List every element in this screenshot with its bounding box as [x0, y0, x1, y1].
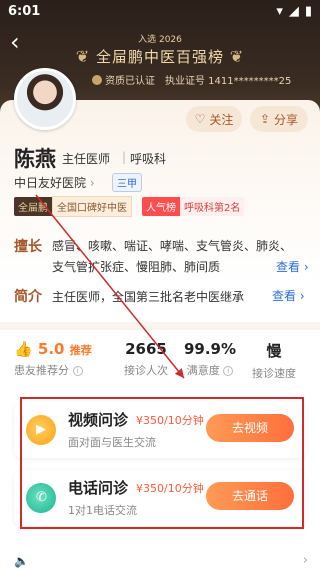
popular-tag-desc[interactable]: 呼吸科第2名 [180, 197, 245, 216]
rating-label: 患友推荐分 [14, 364, 69, 377]
chevron-right-icon: › [302, 553, 308, 568]
status-icons: ▾ ◢ ▮ [276, 4, 312, 19]
info-icon[interactable]: i [72, 366, 83, 376]
status-time: 6:01 [8, 4, 41, 19]
stats-row: 👍 5.0 推荐 患友推荐分 i 2665 接诊人次 99.9% 满意度 i 慢… [0, 340, 320, 390]
award-year: 入选 2026 [138, 35, 182, 45]
rating-stat: 👍 5.0 推荐 患友推荐分 i [14, 340, 98, 378]
highlight-box [20, 397, 304, 529]
speaker-icon: 🔈 [14, 554, 29, 568]
share-button[interactable]: ⇪ 分享 [250, 106, 308, 132]
speed-stat: 慢 接诊速度 [234, 340, 314, 381]
chevron-right-icon: › [296, 289, 305, 303]
thumbs-up-icon: 👍 [14, 340, 33, 358]
satisfaction-label: 满意度 [186, 364, 220, 377]
status-bar: 6:01 ▾ ◢ ▮ [0, 0, 320, 24]
hospital-grade-badge: 三甲 [112, 173, 142, 192]
intro-text: 主任医师，全国第三批名老中医继承 [52, 290, 245, 304]
award-title-text: 全屇鹏中医百强榜 [95, 48, 224, 66]
popular-tag: 人气榜 [142, 197, 180, 216]
doctor-title: 主任医师 [62, 152, 111, 166]
intro-more-link[interactable]: 查看 › [272, 287, 305, 304]
rating-value: 5.0 [37, 340, 65, 358]
heart-icon: ♡ [194, 112, 206, 126]
brand-tag: 全屇鹏 [14, 197, 52, 216]
chevron-right-icon: › [300, 260, 309, 274]
cert-text: 资质已认证 [105, 76, 155, 87]
cert-line: 资质已认证 执业证号 1411*********25 [92, 72, 291, 87]
bottom-notice-bar[interactable]: 🔈 › [0, 540, 320, 568]
info-icon[interactable]: i [223, 366, 234, 376]
signal-icon: ◢ [288, 4, 299, 19]
hospital-link[interactable]: 中日友好医院 › [14, 174, 95, 191]
speed-label: 接诊速度 [252, 367, 296, 380]
cert-badge: 资质已认证 [92, 72, 155, 87]
laurel-right-icon: ❦ [229, 47, 245, 66]
avatar [14, 68, 76, 130]
certified-icon [92, 74, 102, 85]
wifi-icon: ▾ [276, 4, 283, 19]
speed-value: 慢 [266, 342, 282, 360]
brand-tag-desc[interactable]: 全国口碑好中医 [52, 196, 132, 217]
chevron-right-icon: › [89, 176, 95, 190]
laurel-left-icon: ❦ [75, 47, 91, 66]
award-title: ❦ 全屇鹏中医百强榜 ❦ [0, 46, 320, 67]
follow-button[interactable]: ♡ 关注 [186, 106, 242, 132]
doctor-name: 陈燕 [14, 147, 56, 171]
license-text: 执业证号 1411*********25 [165, 76, 292, 87]
tag-row: 全屇鹏 全国口碑好中医 人气榜 呼吸科第2名 [14, 196, 245, 217]
specialty-text: 感冒、咳嗽、喘证、哮喘、支气管炎、肺炎、支气管扩张症、慢阻肺、肺间质 [52, 239, 293, 274]
specialty-more-link[interactable]: 查看 › [272, 258, 309, 275]
share-icon: ⇪ [259, 112, 271, 126]
divider: | [122, 150, 127, 164]
specialty-label: 擅长 [14, 239, 42, 255]
doctor-dept: 呼吸科 [130, 152, 167, 166]
rating-suffix: 推荐 [69, 344, 92, 357]
section-divider [0, 322, 320, 330]
intro-label: 简介 [14, 289, 42, 305]
battery-icon: ▮ [304, 4, 312, 19]
